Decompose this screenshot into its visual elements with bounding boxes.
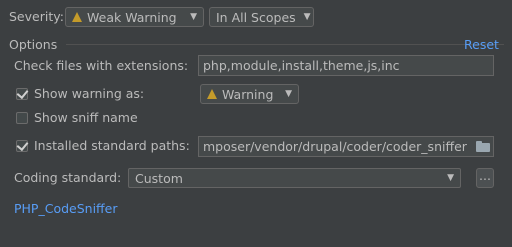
severity-label: Severity: [9, 9, 64, 24]
installed-paths-value: mposer/vendor/drupal/coder/coder_sniffer [203, 139, 467, 154]
chevron-down-icon: ▼ [447, 173, 454, 183]
options-title: Options [9, 37, 58, 52]
coding-standard-value: Custom [135, 170, 183, 186]
scope-value: In All Scopes [216, 9, 296, 25]
show-sniff-label: Show sniff name [34, 110, 138, 125]
chevron-down-icon: ▼ [285, 89, 292, 99]
warning-level-value: Warning [222, 86, 274, 102]
installed-paths-field[interactable]: mposer/vendor/drupal/coder/coder_sniffer [198, 136, 494, 157]
more-button[interactable]: ... [476, 168, 494, 188]
severity-value: Weak Warning [87, 9, 177, 25]
warning-level-dropdown[interactable]: Warning ▼ [200, 84, 299, 104]
extensions-label: Check files with extensions: [14, 58, 189, 73]
extensions-field[interactable]: php,module,install,theme,js,inc [198, 55, 494, 76]
php-codesniffer-link[interactable]: PHP_CodeSniffer [14, 201, 118, 217]
check-icon [16, 138, 29, 152]
folder-icon[interactable] [476, 141, 490, 152]
severity-dropdown[interactable]: Weak Warning ▼ [65, 7, 204, 27]
scope-dropdown[interactable]: In All Scopes ▼ [209, 7, 314, 27]
show-warning-label: Show warning as: [34, 86, 145, 101]
show-warning-checkbox[interactable] [16, 86, 29, 100]
check-icon [16, 86, 29, 100]
coding-standard-dropdown[interactable]: Custom ▼ [128, 168, 461, 188]
show-sniff-checkbox[interactable] [16, 112, 28, 124]
reset-link[interactable]: Reset [464, 37, 499, 53]
warning-icon [72, 12, 82, 22]
chevron-down-icon: ▼ [303, 12, 311, 22]
warning-icon [207, 89, 217, 99]
extensions-value: php,module,install,theme,js,inc [203, 58, 400, 73]
installed-paths-label: Installed standard paths: [34, 138, 190, 153]
coding-standard-label: Coding standard: [14, 170, 122, 185]
chevron-down-icon: ▼ [190, 12, 197, 22]
options-separator [66, 44, 504, 45]
installed-paths-checkbox[interactable] [16, 138, 29, 152]
